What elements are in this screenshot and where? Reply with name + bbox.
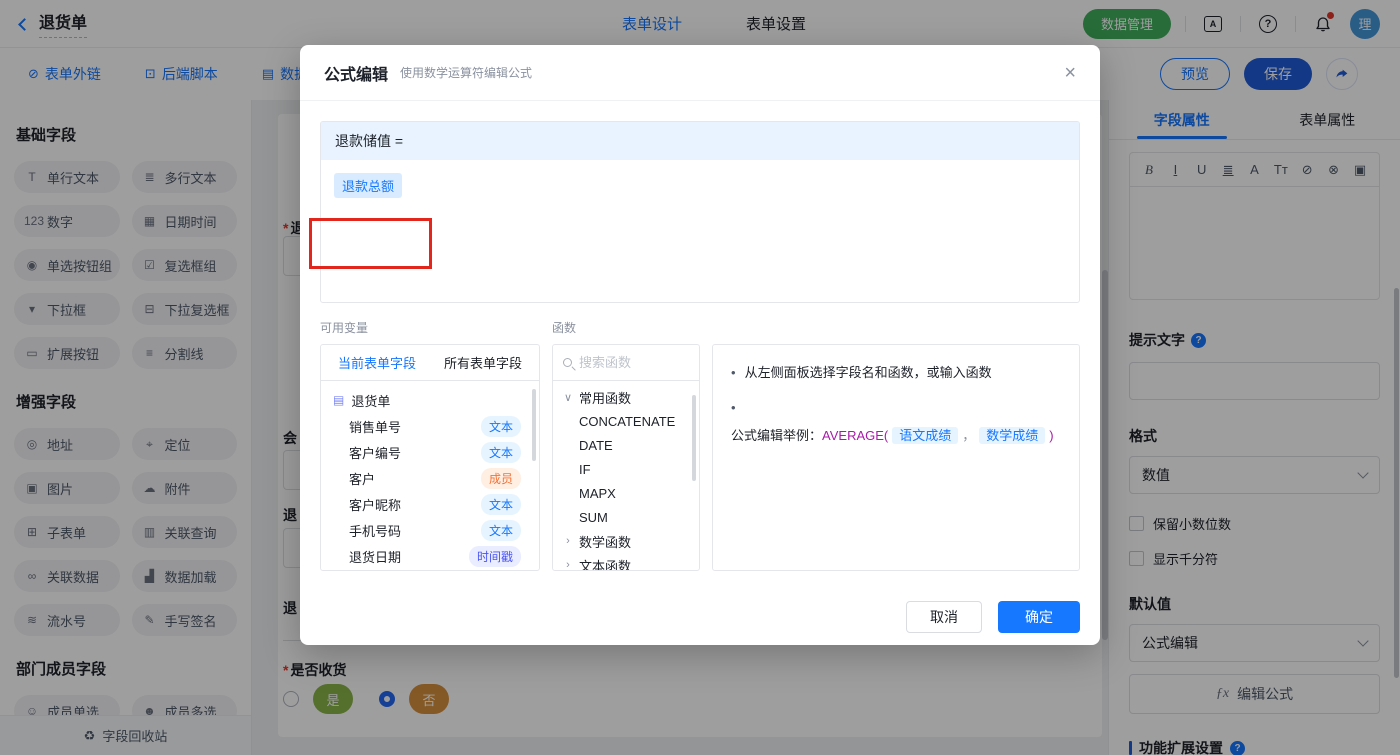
example-arg-chip: 数学成绩 bbox=[979, 427, 1046, 444]
functions-label: 函数 bbox=[552, 321, 577, 335]
variable-type-tag: 文本 bbox=[480, 493, 521, 515]
variable-row[interactable]: 退货日期 时间戳 bbox=[321, 543, 539, 569]
tips-content: 从左侧面板选择字段名和函数，或输入函数 公式编辑举例：AVERAGE(语文成绩，… bbox=[713, 345, 1079, 479]
modal-subtitle: 使用数学运算符编辑公式 bbox=[400, 66, 533, 80]
variable-row[interactable]: 客户昵称 文本 bbox=[321, 491, 539, 517]
variables-label: 可用变量 bbox=[320, 321, 369, 335]
modal-columns: 当前表单字段 所有表单字段 ▤ 退货单 销售单号 文本 客户编号 文本 客户 成… bbox=[320, 344, 1080, 571]
close-icon[interactable]: × bbox=[1064, 63, 1076, 83]
function-search bbox=[553, 345, 699, 381]
function-item[interactable]: DATE bbox=[553, 433, 699, 457]
function-items: CONCATENATE DATE IF MAPX SUM bbox=[553, 409, 699, 529]
variable-type-tag: 文本 bbox=[480, 441, 521, 463]
modal-footer: 取消 确定 bbox=[300, 589, 1100, 645]
function-item[interactable]: MAPX bbox=[553, 481, 699, 505]
variable-row[interactable]: 客户编号 文本 bbox=[321, 439, 539, 465]
function-collapsed-groups: › 数学函数 › 文本函数 bbox=[553, 529, 699, 571]
example-function-name: AVERAGE( bbox=[822, 428, 889, 443]
formula-editor: 退款储值 = 退款总额 bbox=[320, 121, 1080, 303]
modal-body: 退款储值 = 退款总额 可用变量 函数 当前表单字段 所有表单字段 ▤ 退货单 … bbox=[300, 101, 1100, 591]
function-group[interactable]: › 数学函数 bbox=[553, 529, 699, 553]
variable-row[interactable]: 销售单号 文本 bbox=[321, 413, 539, 439]
modal-title: 公式编辑 bbox=[324, 66, 389, 84]
cancel-button[interactable]: 取消 bbox=[906, 601, 982, 633]
example-arg-chip: 语文成绩 bbox=[892, 427, 959, 444]
function-group-common[interactable]: ∨ 常用函数 bbox=[553, 385, 699, 409]
app-root: 退货单 表单设计 表单设置 数据管理 A ? 理 ⊘ 表单外链 ⊡ 后端脚本 ▤… bbox=[0, 0, 1400, 755]
variables-panel: 当前表单字段 所有表单字段 ▤ 退货单 销售单号 文本 客户编号 文本 客户 成… bbox=[320, 344, 540, 571]
confirm-button[interactable]: 确定 bbox=[998, 601, 1080, 633]
variable-type-tag: 文本 bbox=[480, 519, 521, 541]
variables-tree-root[interactable]: ▤ 退货单 bbox=[321, 387, 539, 413]
formula-token[interactable]: 退款总额 bbox=[334, 173, 403, 198]
functions-panel: ∨ 常用函数 CONCATENATE DATE IF MAPX bbox=[552, 344, 700, 571]
variable-name: 客户昵称 bbox=[349, 497, 402, 513]
formula-target-bar: 退款储值 = bbox=[321, 122, 1079, 160]
tip-line-1: 从左侧面板选择字段名和函数，或输入函数 bbox=[731, 363, 1061, 383]
formula-edit-modal: 公式编辑 使用数学运算符编辑公式 × 退款储值 = 退款总额 可用变量 函数 当… bbox=[300, 45, 1100, 645]
tab-current-form-fields[interactable]: 当前表单字段 bbox=[338, 353, 416, 372]
variable-name: 手机号码 bbox=[349, 523, 402, 539]
variable-row[interactable]: 客户 成员 bbox=[321, 465, 539, 491]
modal-header: 公式编辑 使用数学运算符编辑公式 × bbox=[300, 45, 1100, 101]
caret-right-icon: › bbox=[566, 535, 570, 547]
function-item[interactable]: SUM bbox=[553, 505, 699, 529]
caret-down-icon: ∨ bbox=[563, 391, 573, 404]
variable-name: 客户 bbox=[349, 471, 376, 487]
form-doc-icon: ▤ bbox=[333, 393, 345, 407]
function-search-input[interactable] bbox=[579, 355, 679, 370]
tip-line-2: 公式编辑举例：AVERAGE(语文成绩，数学成绩) bbox=[731, 398, 1061, 446]
variable-type-tag: 文本 bbox=[480, 415, 521, 437]
search-icon bbox=[563, 358, 572, 367]
variable-row[interactable]: 手机号码 文本 bbox=[321, 517, 539, 543]
caret-right-icon: › bbox=[566, 559, 570, 571]
variables-tabs: 当前表单字段 所有表单字段 bbox=[321, 345, 539, 381]
panel-labels: 可用变量 函数 bbox=[320, 319, 1080, 336]
tab-all-form-fields[interactable]: 所有表单字段 bbox=[444, 353, 522, 372]
function-item[interactable]: IF bbox=[553, 457, 699, 481]
function-group[interactable]: › 文本函数 bbox=[553, 553, 699, 571]
variables-scrollbar[interactable] bbox=[532, 389, 536, 461]
tips-panel: 从左侧面板选择字段名和函数，或输入函数 公式编辑举例：AVERAGE(语文成绩，… bbox=[712, 344, 1080, 571]
tip-example: 公式编辑举例：AVERAGE(语文成绩，数学成绩) bbox=[731, 427, 1054, 444]
variables-list: 销售单号 文本 客户编号 文本 客户 成员 客户昵称 文本 手机号码 文本 退货… bbox=[321, 413, 539, 569]
variable-type-tag: 成员 bbox=[480, 467, 521, 489]
variable-name: 退货日期 bbox=[349, 549, 402, 565]
function-item[interactable]: CONCATENATE bbox=[553, 409, 699, 433]
variable-name: 客户编号 bbox=[349, 445, 402, 461]
functions-scrollbar[interactable] bbox=[692, 395, 696, 481]
formula-input-area[interactable]: 退款总额 bbox=[321, 160, 1079, 302]
variable-name: 销售单号 bbox=[349, 419, 402, 435]
variable-type-tag: 时间戳 bbox=[468, 545, 521, 567]
